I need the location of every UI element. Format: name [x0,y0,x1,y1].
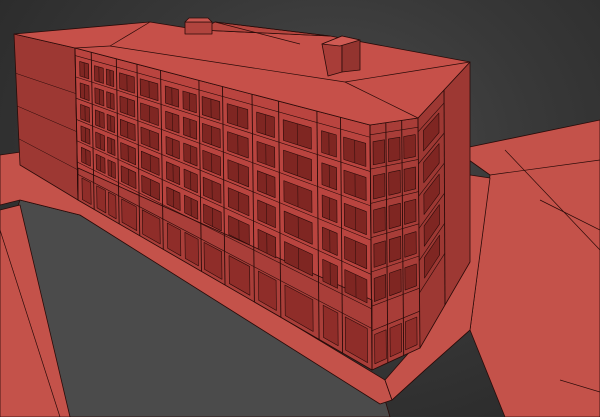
chimney-rear-top [184,17,213,23]
corner-door [389,323,403,358]
building-wireframe-render [0,17,600,417]
corner-window [373,206,386,234]
corner-window [373,240,386,268]
corner-window [372,173,386,200]
corner-window [388,235,402,263]
corner-window [403,134,416,160]
3d-viewport[interactable] [0,0,600,417]
chimney-rear [184,21,213,35]
corner-window [372,139,386,166]
corner-window [404,263,417,291]
corner-window [403,198,417,225]
corner-window [403,166,417,192]
corner-window [404,231,417,258]
shopfront-door [108,191,117,220]
corner-door [405,316,418,351]
corner-window [388,169,401,196]
corner-window [389,268,402,297]
corner-window [388,202,401,230]
corner-door [374,329,387,365]
corner-window [373,274,387,302]
corner-window [388,136,401,163]
